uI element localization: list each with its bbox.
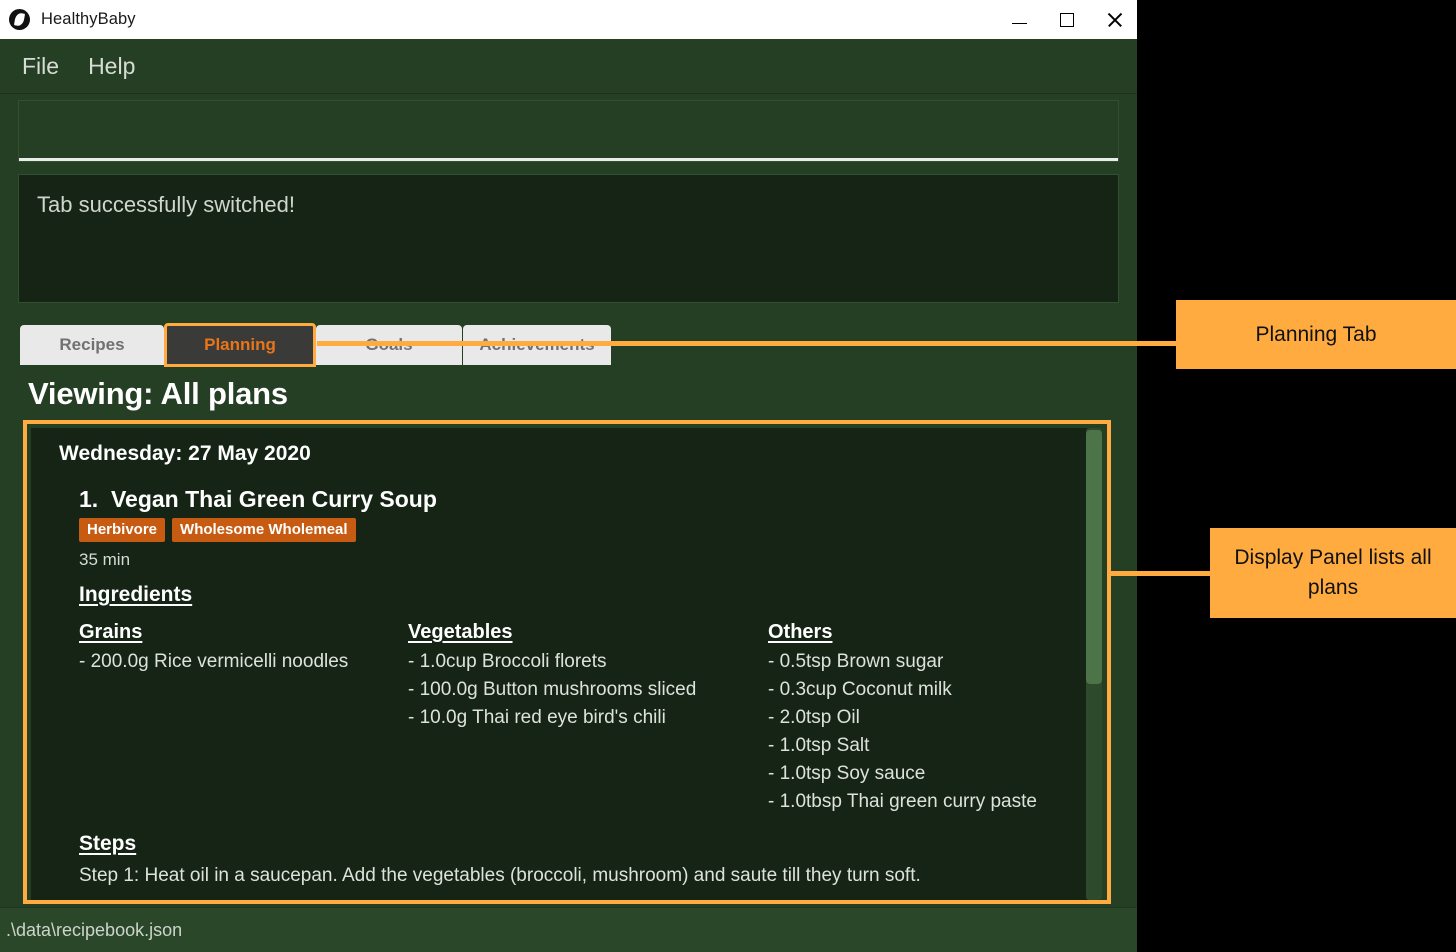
ingredient-item: - 2.0tsp Oil [768, 707, 860, 728]
ingredient-item: - 0.3cup Coconut milk [768, 679, 952, 700]
tab-planning[interactable]: Planning [164, 323, 316, 367]
command-input[interactable] [33, 109, 1097, 134]
recipe-title: 1. Vegan Thai Green Curry Soup [79, 486, 437, 512]
close-button[interactable] [1090, 0, 1137, 39]
close-icon [1106, 12, 1122, 28]
ingredient-item: - 0.5tsp Brown sugar [768, 651, 944, 672]
recipe-tag: Wholesome Wholemeal [172, 518, 356, 542]
ingredient-group-label: Vegetables [408, 621, 513, 643]
ingredient-item: - 10.0g Thai red eye bird's chili [408, 707, 666, 728]
recipe-duration: 35 min [79, 550, 131, 569]
ingredient-item: - 1.0cup Broccoli florets [408, 651, 607, 672]
status-bar: .\data\recipebook.json [0, 907, 1137, 952]
window-controls [996, 0, 1137, 39]
tab-achievements[interactable]: Achievements [463, 325, 611, 365]
tab-goals-label: Goals [365, 335, 413, 354]
tab-achievements-label: Achievements [479, 335, 595, 354]
minimize-button[interactable] [996, 0, 1043, 39]
command-entry-wrapper[interactable] [18, 100, 1119, 162]
ingredient-item: - 100.0g Button mushrooms sliced [408, 679, 697, 700]
plan-date: Wednesday: 27 May 2020 [59, 442, 311, 465]
plan-list: Wednesday: 27 May 2020 1. Vegan Thai Gre… [31, 428, 1096, 900]
title-bar: HealthyBaby [0, 0, 1137, 39]
ingredient-group-label: Grains [79, 621, 143, 643]
ingredient-item: - 1.0tbsp Thai green curry paste [768, 791, 1037, 812]
ingredient-item: - 1.0tsp Soy sauce [768, 763, 926, 784]
tab-recipes[interactable]: Recipes [20, 325, 164, 365]
minimize-icon [1012, 22, 1027, 25]
annotation-planning-tab: Planning Tab [1176, 300, 1456, 369]
display-panel-scrollbar[interactable] [1086, 428, 1102, 900]
status-message: Tab successfully switched! [37, 192, 295, 217]
display-panel: Wednesday: 27 May 2020 1. Vegan Thai Gre… [23, 420, 1111, 904]
tab-strip: Recipes Planning Goals Achievements [0, 323, 1137, 367]
input-underline [19, 158, 1118, 161]
application-window: HealthyBaby File Help Tab successfully s… [0, 0, 1137, 952]
menu-item-help[interactable]: Help [88, 53, 135, 80]
ingredient-group-label: Others [768, 621, 833, 643]
recipe-tag-row: Herbivore Wholesome Wholemeal [79, 518, 356, 542]
ingredient-group-grains: Grains - 200.0g Rice vermicelli noodles [79, 618, 409, 676]
tab-recipes-label: Recipes [59, 335, 125, 354]
message-box: Tab successfully switched! [18, 174, 1119, 303]
tab-planning-label: Planning [204, 335, 276, 354]
ingredient-group-vegetables: Vegetables - 1.0cup Broccoli florets - 1… [408, 618, 738, 732]
menu-item-file[interactable]: File [22, 53, 59, 80]
maximize-button[interactable] [1043, 0, 1090, 39]
step-item: Step 1: Heat oil in a saucepan. Add the … [79, 865, 921, 886]
status-bar-path: .\data\recipebook.json [6, 919, 183, 940]
ingredient-group-others: Others - 0.5tsp Brown sugar - 0.3cup Coc… [768, 618, 1088, 816]
window-title: HealthyBaby [41, 10, 136, 28]
page-title: Viewing: All plans [28, 376, 288, 411]
ingredient-item: - 1.0tsp Salt [768, 735, 870, 756]
tab-goals[interactable]: Goals [316, 325, 462, 365]
steps-heading: Steps [79, 832, 137, 855]
ingredients-heading: Ingredients [79, 583, 193, 606]
scrollbar-thumb[interactable] [1086, 430, 1102, 684]
menu-bar: File Help [0, 39, 1137, 94]
annotation-display-panel: Display Panel lists all plans [1210, 528, 1456, 618]
maximize-icon [1059, 12, 1074, 27]
leaf-icon [9, 9, 30, 30]
recipe-tag: Herbivore [79, 518, 166, 542]
ingredient-item: - 200.0g Rice vermicelli noodles [79, 651, 349, 672]
